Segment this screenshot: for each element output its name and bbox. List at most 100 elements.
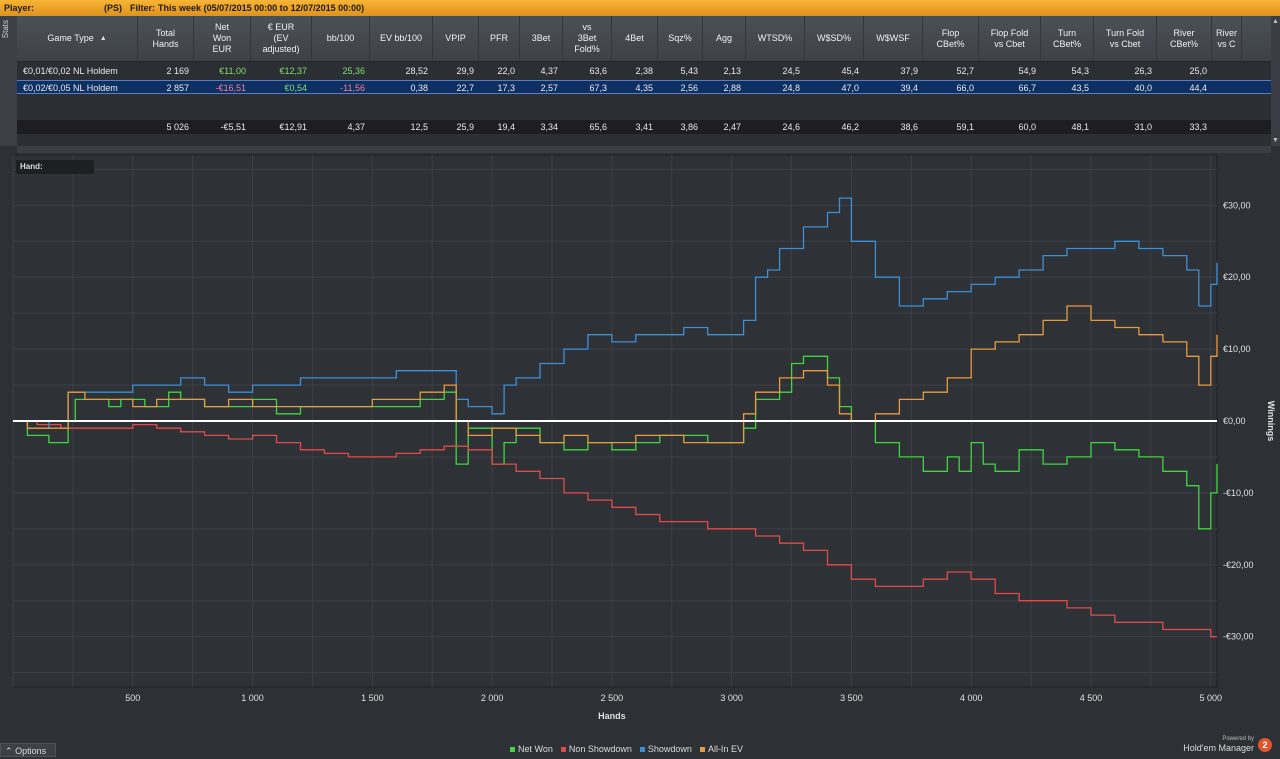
x-tick-label: 2 000 [481, 693, 504, 703]
table-total-row[interactable]: 5 026 -€5,51 €12,91 4,37 12,5 25,9 19,4 3,34 65,… [17, 120, 1271, 134]
table-cell: 4,37 [540, 66, 558, 76]
table-cell: 17,3 [497, 83, 515, 93]
table-cell: €0,01/€0,02 NL Holdem [23, 66, 118, 76]
legend-item[interactable]: Showdown [639, 744, 692, 754]
column-header[interactable]: W$WSF [864, 16, 923, 61]
column-header[interactable]: Agg [703, 16, 746, 61]
column-header-label: Flop Fold vs Cbet [990, 27, 1029, 49]
y-tick-label: -€20,00 [1223, 560, 1254, 570]
column-header-label: Net Won EUR [212, 22, 232, 54]
column-header-label: River CBet% [1169, 27, 1198, 49]
legend-item[interactable]: All-In EV [699, 744, 743, 754]
table-cell: 54,3 [1071, 66, 1089, 76]
sort-ascending-icon: ▲ [99, 35, 107, 42]
table-header: Game Type ▲ Total Hands Net Won EUR € EUR (E… [17, 16, 1271, 62]
table-cell: 63,6 [589, 66, 607, 76]
table-row[interactable]: €0,01/€0,02 NL Holdem 2 169 €11,00 €12,37 25… [17, 64, 1271, 78]
table-cell: 40,0 [1134, 83, 1152, 93]
table-cell: 2,47 [723, 122, 741, 132]
table-cell: 28,52 [405, 66, 428, 76]
table-cell: 2 857 [166, 83, 189, 93]
table-cell: 2,88 [723, 83, 741, 93]
table-cell: 12,5 [410, 122, 428, 132]
bottom-bar: ⌃ Options Net Won Non Showdown Showdown All… [0, 736, 1280, 759]
filter-bar[interactable]: Player: (PS) Filter: This week (05/07/20… [0, 0, 1280, 16]
table-cell: 46,2 [841, 122, 859, 132]
table-cell: 22,7 [456, 83, 474, 93]
column-header[interactable]: Turn Fold vs Cbet [1094, 16, 1157, 61]
table-cell: 39,4 [900, 83, 918, 93]
column-header[interactable]: 4Bet [612, 16, 658, 61]
table-cell: 26,3 [1134, 66, 1152, 76]
player-label: Player: [4, 3, 35, 13]
table-cell: €12,37 [279, 66, 307, 76]
legend-label: Showdown [647, 744, 692, 754]
table-cell [1212, 81, 1242, 95]
column-header-label: Turn CBet% [1052, 27, 1081, 49]
table-cell: €11,00 [219, 66, 246, 76]
table-cell: 22,0 [497, 66, 515, 76]
table-cell: 3,41 [635, 122, 653, 132]
table-cell: 5,43 [680, 66, 698, 76]
stats-table: Game Type ▲ Total Hands Net Won EUR € EUR (E… [17, 16, 1271, 146]
column-header-label: River vs C [1215, 27, 1237, 49]
table-cell: 54,9 [1018, 66, 1036, 76]
scroll-up-icon[interactable]: ▲ [1272, 18, 1279, 25]
x-tick-label: 5 000 [1200, 693, 1223, 703]
x-tick-label: 3 500 [840, 693, 863, 703]
column-header[interactable]: vs 3Bet Fold% [563, 16, 612, 61]
column-header-label: Agg [715, 33, 732, 43]
table-cell: -€5,51 [220, 122, 246, 132]
table-cell: €0,54 [284, 83, 307, 93]
column-header-label: W$WSF [876, 33, 910, 43]
column-header[interactable]: Net Won EUR [194, 16, 251, 61]
table-cell: 0,38 [410, 83, 428, 93]
options-caret-icon: ⌃ [5, 746, 13, 756]
table-cell: 24,5 [782, 66, 800, 76]
y-tick-label: €20,00 [1223, 272, 1251, 282]
options-button[interactable]: ⌃ Options [0, 743, 56, 757]
table-cell: 2 169 [166, 66, 189, 76]
table-cell: 59,1 [956, 122, 974, 132]
legend-item[interactable]: Non Showdown [560, 744, 632, 754]
column-header[interactable]: Total Hands [138, 16, 194, 61]
table-cell: 44,4 [1189, 83, 1207, 93]
x-tick-label: 500 [125, 693, 140, 703]
column-header[interactable]: PFR [479, 16, 520, 61]
filter-value[interactable]: This week (05/07/2015 00:00 to 12/07/201… [158, 3, 364, 13]
table-vertical-scrollbar[interactable]: ▲ ▼ [1271, 16, 1280, 146]
column-header[interactable]: VPIP [433, 16, 479, 61]
column-header[interactable]: € EUR (EV adjusted) [251, 16, 312, 61]
scroll-down-icon[interactable]: ▼ [1272, 137, 1279, 144]
column-header[interactable]: Turn CBet% [1041, 16, 1094, 61]
column-header-label: Flop CBet% [936, 27, 965, 49]
table-cell: 24,6 [782, 122, 800, 132]
column-header[interactable]: Flop CBet% [923, 16, 979, 61]
legend-item[interactable]: Net Won [510, 744, 553, 754]
table-cell: -11,56 [340, 83, 365, 93]
stats-side-tab[interactable]: Stats [0, 16, 18, 146]
column-header[interactable]: bb/100 [312, 16, 370, 61]
column-header-label: WTSD% [757, 33, 793, 43]
column-header[interactable]: EV bb/100 [370, 16, 433, 61]
table-cell: 45,4 [841, 66, 859, 76]
column-header[interactable]: Game Type ▲ [17, 16, 138, 61]
column-header[interactable]: Flop Fold vs Cbet [979, 16, 1041, 61]
column-header-label: vs 3Bet Fold% [574, 22, 600, 54]
column-header[interactable]: River CBet% [1157, 16, 1212, 61]
table-cell: 43,5 [1071, 83, 1089, 93]
y-tick-label: €30,00 [1223, 200, 1251, 210]
column-header[interactable]: Sqz% [658, 16, 703, 61]
table-cell: 4,35 [635, 83, 653, 93]
table-row-selected[interactable]: €0,02/€0,05 NL Holdem 2 857 -€16,51 €0,54 -1… [17, 80, 1271, 94]
table-cell: €0,02/€0,05 NL Holdem [23, 83, 118, 93]
x-tick-label: 2 500 [601, 693, 624, 703]
column-header[interactable]: W$SD% [805, 16, 864, 61]
column-header[interactable]: WTSD% [746, 16, 805, 61]
table-cell: 2,57 [540, 83, 558, 93]
column-header[interactable]: River vs C [1212, 16, 1242, 61]
y-axis-title: Winnings [1266, 401, 1276, 441]
table-horizontal-scrollbar[interactable] [17, 146, 1271, 153]
table-cell: 31,0 [1134, 122, 1152, 132]
column-header[interactable]: 3Bet [520, 16, 563, 61]
